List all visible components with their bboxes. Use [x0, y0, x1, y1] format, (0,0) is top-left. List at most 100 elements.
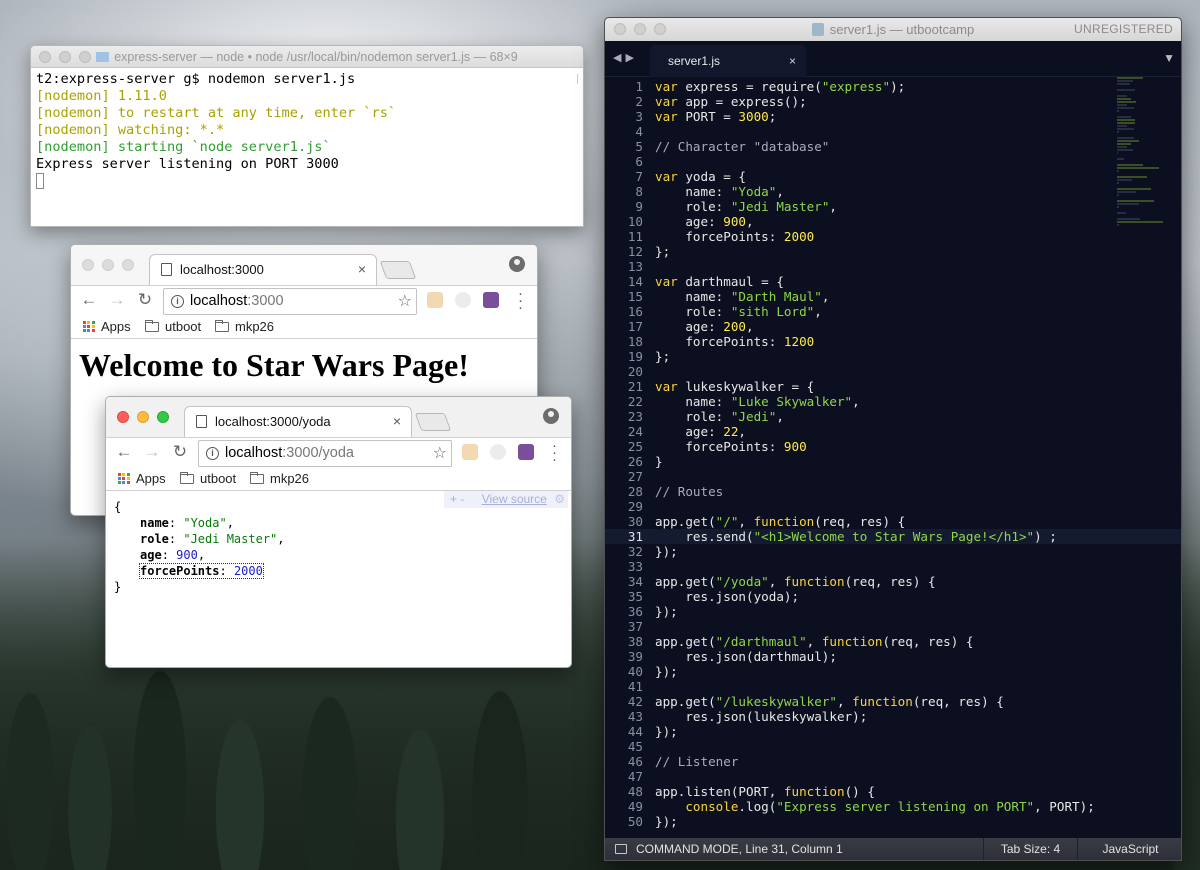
code-line[interactable]: 32}); [605, 544, 1181, 559]
bookmark-folder-utboot[interactable]: utboot [145, 319, 201, 334]
zoom-window-button[interactable] [157, 411, 169, 423]
code-line[interactable]: 6 [605, 154, 1181, 169]
back-arrow-icon[interactable]: ← [114, 442, 134, 462]
reload-icon[interactable]: ↻ [170, 442, 190, 462]
code-line[interactable]: 30 app.get("/", function(req, res) { [605, 514, 1181, 529]
profile-icon[interactable] [543, 408, 559, 424]
code-lines[interactable]: 1 var express = require("express"); 2 var a… [605, 79, 1181, 829]
zoom-window-button[interactable] [654, 23, 666, 35]
code-line[interactable]: 44}); [605, 724, 1181, 739]
code-line[interactable]: 19}; [605, 349, 1181, 364]
code-line[interactable]: 33 [605, 559, 1181, 574]
code-line[interactable]: 3 var PORT = 3000; [605, 109, 1181, 124]
info-icon[interactable]: i [206, 447, 219, 460]
code-line[interactable]: 50}); [605, 814, 1181, 829]
code-line[interactable]: 5 // Character "database" [605, 139, 1181, 154]
bookmark-star-icon[interactable]: ☆ [398, 289, 412, 314]
browser-window-yoda[interactable]: localhost:3000/yoda × ← → ↻ i localhost:… [105, 396, 572, 668]
extension-icon[interactable] [483, 292, 499, 308]
editor-tab[interactable]: server1.js × [650, 45, 806, 77]
terminal-window[interactable]: express-server — node • node /usr/local/… [30, 45, 584, 227]
menu-kebab-icon[interactable]: · · · [552, 438, 557, 467]
address-bar[interactable]: i localhost:3000 ☆ [163, 288, 417, 315]
zoom-window-button[interactable] [79, 51, 91, 63]
code-line[interactable]: 4 [605, 124, 1181, 139]
profile-icon[interactable] [509, 256, 525, 272]
code-line[interactable]: 13 [605, 259, 1181, 274]
code-line[interactable]: 12}; [605, 244, 1181, 259]
browser-tab[interactable]: localhost:3000 × [149, 254, 377, 285]
code-line[interactable]: 40}); [605, 664, 1181, 679]
code-line[interactable]: 18 forcePoints: 1200 [605, 334, 1181, 349]
extension-icon[interactable] [518, 444, 534, 460]
minimize-window-button[interactable] [634, 23, 646, 35]
gear-icon[interactable]: ⚙ [554, 491, 565, 508]
code-line[interactable]: 21 var lukeskywalker = { [605, 379, 1181, 394]
close-tab-icon[interactable]: × [358, 255, 366, 284]
code-line[interactable]: 34 app.get("/yoda", function(req, res) { [605, 574, 1181, 589]
minimize-window-button[interactable] [137, 411, 149, 423]
minimize-window-button[interactable] [102, 259, 114, 271]
terminal-titlebar[interactable]: express-server — node • node /usr/local/… [31, 46, 583, 68]
code-line[interactable]: 1 var express = require("express"); [605, 79, 1181, 94]
bookmark-folder-utboot[interactable]: utboot [180, 471, 236, 486]
address-bar[interactable]: i localhost:3000/yoda ☆ [198, 440, 452, 467]
code-line[interactable]: 43 res.json(lukeskywalker); [605, 709, 1181, 724]
code-line[interactable]: 39 res.json(darthmaul); [605, 649, 1181, 664]
extension-icon[interactable] [462, 444, 478, 460]
close-window-button[interactable] [82, 259, 94, 271]
new-tab-button[interactable] [379, 261, 417, 279]
menu-kebab-icon[interactable]: · · · [518, 286, 523, 315]
code-line[interactable]: 8 name: "Yoda", [605, 184, 1181, 199]
code-line[interactable]: 16 role: "sith Lord", [605, 304, 1181, 319]
close-window-button[interactable] [39, 51, 51, 63]
code-line[interactable]: 2 var app = express(); [605, 94, 1181, 109]
code-line[interactable]: 25 forcePoints: 900 [605, 439, 1181, 454]
syntax-selector[interactable]: JavaScript [1077, 838, 1181, 860]
code-line[interactable]: 23 role: "Jedi", [605, 409, 1181, 424]
terminal-scrollbar[interactable] [577, 74, 580, 84]
code-area[interactable]: 1 var express = require("express"); 2 var a… [605, 77, 1181, 839]
code-line[interactable]: 47 [605, 769, 1181, 784]
code-line[interactable]: 11 forcePoints: 2000 [605, 229, 1181, 244]
code-line[interactable]: 48 app.listen(PORT, function() { [605, 784, 1181, 799]
minimap[interactable] [1117, 77, 1173, 226]
extension-icon[interactable] [490, 444, 506, 460]
code-line[interactable]: 41 [605, 679, 1181, 694]
browser-tab[interactable]: localhost:3000/yoda × [184, 406, 412, 437]
bookmark-folder-mkp26[interactable]: mkp26 [250, 471, 309, 486]
minimize-window-button[interactable] [59, 51, 71, 63]
bookmark-apps[interactable]: Apps [83, 319, 131, 334]
code-line[interactable]: 46 // Listener [605, 754, 1181, 769]
code-line[interactable]: 22 name: "Luke Skywalker", [605, 394, 1181, 409]
bookmark-folder-mkp26[interactable]: mkp26 [215, 319, 274, 334]
tab-dropdown-icon[interactable]: ▼ [1163, 51, 1175, 65]
tab-scroll-arrows-icon[interactable]: ◀▶ [613, 51, 638, 64]
reload-icon[interactable]: ↻ [135, 290, 155, 310]
panel-toggle-icon[interactable] [615, 844, 627, 854]
editor-titlebar[interactable]: server1.js — utbootcamp UNREGISTERED [605, 18, 1181, 41]
tab-size-selector[interactable]: Tab Size: 4 [983, 838, 1077, 860]
code-line[interactable]: 17 age: 200, [605, 319, 1181, 334]
code-line[interactable]: 37 [605, 619, 1181, 634]
terminal-output[interactable]: t2:express-server g$ nodemon server1.js[… [31, 68, 583, 194]
zoom-controls[interactable]: + - [450, 492, 464, 506]
close-window-button[interactable] [614, 23, 626, 35]
extension-icon[interactable] [427, 292, 443, 308]
code-line[interactable]: 38 app.get("/darthmaul", function(req, re… [605, 634, 1181, 649]
code-line[interactable]: 29 [605, 499, 1181, 514]
code-line[interactable]: 10 age: 900, [605, 214, 1181, 229]
code-editor-window[interactable]: server1.js — utbootcamp UNREGISTERED ◀▶ … [604, 17, 1182, 861]
code-line[interactable]: 9 role: "Jedi Master", [605, 199, 1181, 214]
code-line[interactable]: 35 res.json(yoda); [605, 589, 1181, 604]
code-line[interactable]: 42 app.get("/lukeskywalker", function(req… [605, 694, 1181, 709]
close-window-button[interactable] [117, 411, 129, 423]
code-line[interactable]: 31 res.send("<h1>Welcome to Star Wars Pa… [605, 529, 1181, 544]
code-line[interactable]: 49 console.log("Express server listening… [605, 799, 1181, 814]
code-line[interactable]: 28 // Routes [605, 484, 1181, 499]
view-source-link[interactable]: View source [482, 492, 547, 506]
code-line[interactable]: 15 name: "Darth Maul", [605, 289, 1181, 304]
back-arrow-icon[interactable]: ← [79, 290, 99, 310]
extension-icon[interactable] [455, 292, 471, 308]
bookmark-star-icon[interactable]: ☆ [433, 441, 447, 466]
